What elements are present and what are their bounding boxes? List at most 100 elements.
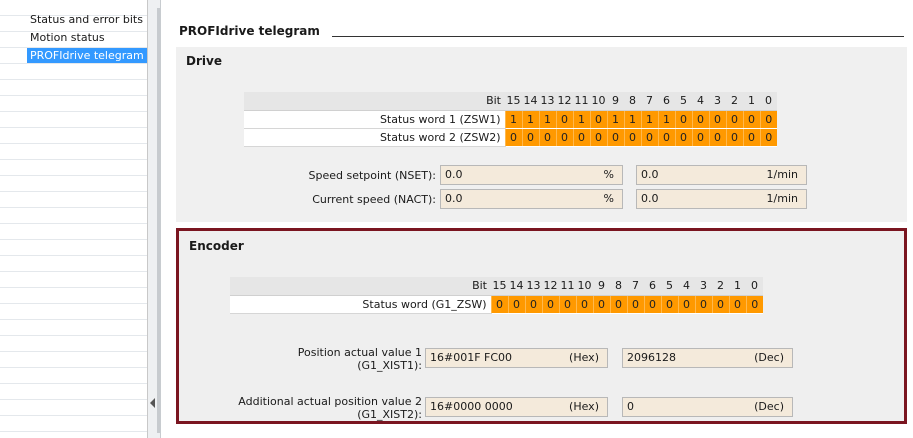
bit-value: 1 [572, 110, 590, 129]
bit-value: 0 [623, 128, 641, 147]
bit-value: 0 [609, 295, 627, 314]
bit-number: 8 [610, 277, 627, 296]
bit-value: 0 [660, 295, 678, 314]
bit-value: 0 [742, 110, 760, 129]
bit-number: 4 [678, 277, 695, 296]
pane-splitter[interactable] [148, 0, 161, 438]
bit-value: 0 [507, 295, 525, 314]
bit-value: 1 [623, 110, 641, 129]
bit-value: 0 [745, 295, 763, 314]
bit-value: 1 [606, 110, 624, 129]
speed-setpoint-percent-unit: % [603, 168, 614, 181]
current-speed-label: Current speed (NACT): [312, 193, 436, 206]
position-actual-dec-value: 2096128 [627, 351, 676, 364]
bit-value: 0 [725, 110, 743, 129]
encoder-status-word-row: Status word (G1_ZSW) 0 0 0 0 0 0 0 0 0 0… [230, 295, 763, 314]
bit-number: 0 [760, 92, 777, 111]
encoder-status-bit-table: Bit 15 14 13 12 11 10 9 8 7 6 5 4 3 2 1 … [230, 277, 763, 314]
additional-position-value-label: Additional actual position value 2 (G1_X… [199, 395, 422, 421]
bit-header-row: Bit 15 14 13 12 11 10 9 8 7 6 5 4 3 2 1 … [230, 277, 763, 296]
bit-number: 10 [590, 92, 607, 111]
bit-number: 1 [743, 92, 760, 111]
drive-section-title: Drive [186, 54, 222, 68]
bit-value: 0 [572, 128, 590, 147]
bit-value: 0 [555, 128, 573, 147]
bit-value: 0 [575, 295, 593, 314]
position-actual-dec-unit: (Dec) [754, 351, 784, 364]
bit-value: 0 [691, 128, 709, 147]
bit-number: 0 [746, 277, 763, 296]
bit-value: 0 [708, 110, 726, 129]
bit-value: 0 [674, 128, 692, 147]
additional-position-dec-value: 0 [627, 400, 634, 413]
bit-value: 0 [524, 295, 542, 314]
bit-value: 0 [555, 110, 573, 129]
bit-value: 0 [643, 295, 661, 314]
current-speed-percent-unit: % [603, 192, 614, 205]
speed-setpoint-rpm-unit: 1/min [766, 168, 798, 181]
bit-value: 0 [589, 110, 607, 129]
position-actual-value-label-line1: Position actual value 1 [297, 346, 422, 359]
bit-value: 1 [504, 110, 522, 129]
bit-number: 13 [539, 92, 556, 111]
bit-number: 5 [661, 277, 678, 296]
bit-value: 1 [521, 110, 539, 129]
status-word-2-label: Status word 2 (ZSW2) [244, 128, 505, 147]
current-speed-rpm-unit: 1/min [766, 192, 798, 205]
title-divider [332, 36, 904, 37]
bit-number: 9 [607, 92, 624, 111]
bit-value: 0 [691, 110, 709, 129]
bit-number: 12 [556, 92, 573, 111]
position-actual-hex-unit: (Hex) [569, 351, 599, 364]
speed-setpoint-percent-value: 0.0 [445, 168, 463, 181]
bit-number: 6 [644, 277, 661, 296]
bit-number: 7 [641, 92, 658, 111]
speed-setpoint-percent-field: 0.0 % [440, 165, 623, 185]
bit-value: 0 [592, 295, 610, 314]
bit-value: 0 [490, 295, 508, 314]
encoder-status-word-label: Status word (G1_ZSW) [230, 295, 491, 314]
page-title: PROFIdrive telegram [179, 24, 326, 38]
bit-number: 10 [576, 277, 593, 296]
status-word-1-label: Status word 1 (ZSW1) [244, 110, 505, 129]
additional-position-dec-unit: (Dec) [754, 400, 784, 413]
additional-position-value-label-line2: (G1_XIST2): [357, 408, 422, 421]
nav-item-motion-status[interactable]: Motion status [27, 30, 108, 45]
bit-number: 15 [505, 92, 522, 111]
additional-position-hex-value: 16#0000 0000 [430, 400, 513, 413]
bit-number: 7 [627, 277, 644, 296]
bit-value: 0 [759, 110, 777, 129]
bit-value: 0 [640, 128, 658, 147]
bit-number: 5 [675, 92, 692, 111]
bit-value: 0 [541, 295, 559, 314]
bit-number: 13 [525, 277, 542, 296]
bit-number: 11 [573, 92, 590, 111]
nav-item-status-and-error-bits[interactable]: Status and error bits [27, 12, 146, 27]
drive-section: Drive Bit 15 14 13 12 11 10 9 8 7 6 5 4 … [176, 47, 907, 222]
speed-setpoint-label: Speed setpoint (NSET): [308, 169, 436, 182]
bit-number: 12 [542, 277, 559, 296]
nav-row-lines [0, 0, 147, 438]
nav-item-profidrive-telegram[interactable]: PROFIdrive telegram [27, 48, 147, 63]
bit-value: 0 [504, 128, 522, 147]
collapse-arrow-icon[interactable] [150, 398, 155, 408]
bit-number: 9 [593, 277, 610, 296]
bit-number: 14 [508, 277, 525, 296]
splitter-bar [157, 8, 160, 433]
status-word-1-row: Status word 1 (ZSW1) 1 1 1 0 1 0 1 1 1 1… [244, 110, 777, 129]
bit-value: 0 [589, 128, 607, 147]
bit-header-label: Bit [230, 277, 491, 296]
bit-value: 0 [657, 128, 675, 147]
bit-value: 0 [538, 128, 556, 147]
bit-number: 3 [709, 92, 726, 111]
bit-value: 0 [711, 295, 729, 314]
bit-value: 1 [538, 110, 556, 129]
drive-status-bit-table: Bit 15 14 13 12 11 10 9 8 7 6 5 4 3 2 1 … [244, 92, 777, 147]
additional-position-value-label-line1: Additional actual position value 2 [238, 395, 422, 408]
bit-value: 0 [677, 295, 695, 314]
bit-number: 11 [559, 277, 576, 296]
bit-number: 2 [726, 92, 743, 111]
position-actual-dec-field: 2096128 (Dec) [622, 348, 793, 368]
bit-value: 0 [694, 295, 712, 314]
position-actual-hex-value: 16#001F FC00 [430, 351, 513, 364]
